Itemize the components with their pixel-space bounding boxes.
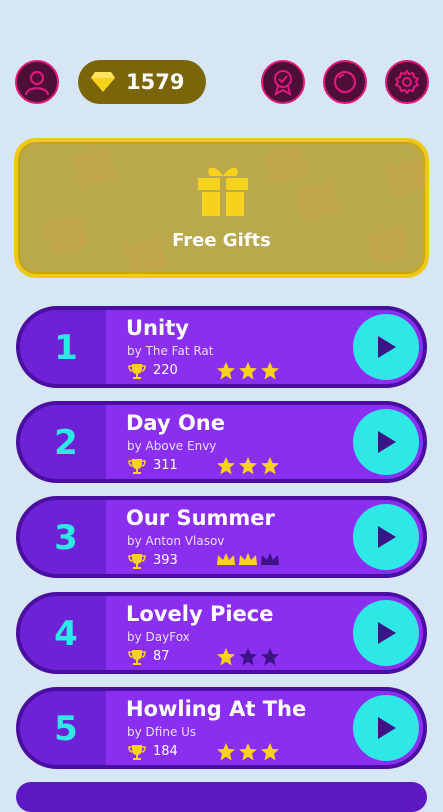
settings-button[interactable] bbox=[385, 60, 429, 104]
song-number: 5 bbox=[54, 709, 78, 749]
gift-pattern bbox=[264, 146, 308, 184]
song-card[interactable]: 3 Our Summer by Anton Vlasov 393 bbox=[16, 496, 427, 578]
song-artist: by DayFox bbox=[127, 630, 190, 644]
star-icon bbox=[239, 362, 257, 380]
trophy-icon bbox=[128, 459, 146, 474]
rating bbox=[216, 742, 280, 762]
song-title: Lovely Piece bbox=[126, 602, 274, 626]
song-artist: by Dfine Us bbox=[127, 725, 197, 739]
play-button[interactable] bbox=[353, 504, 419, 570]
song-card[interactable]: 4 Lovely Piece by DayFox 87 bbox=[16, 592, 427, 674]
star-icon bbox=[261, 743, 279, 761]
rating bbox=[216, 647, 280, 667]
play-button[interactable] bbox=[353, 600, 419, 666]
song-number: 1 bbox=[54, 328, 78, 368]
gift-pattern bbox=[386, 158, 425, 196]
play-button[interactable] bbox=[353, 409, 419, 475]
song-score: 220 bbox=[153, 363, 178, 378]
user-icon bbox=[24, 70, 50, 96]
song-title: Howling At The bbox=[126, 697, 307, 721]
play-button[interactable] bbox=[353, 314, 419, 380]
song-card[interactable]: 2 Day One by Above Envy 311 bbox=[16, 401, 427, 483]
song-number: 4 bbox=[54, 614, 78, 654]
star-icon bbox=[261, 648, 279, 666]
song-card-partial[interactable] bbox=[16, 782, 427, 812]
song-title: Unity bbox=[126, 316, 189, 340]
play-icon bbox=[378, 717, 396, 739]
gift-icon bbox=[198, 167, 248, 216]
rating bbox=[216, 456, 280, 476]
song-title: Day One bbox=[126, 411, 226, 435]
gift-pattern bbox=[296, 182, 340, 220]
diamond-icon bbox=[91, 72, 115, 92]
ball-icon bbox=[333, 70, 357, 94]
song-title: Our Summer bbox=[126, 506, 275, 530]
song-score: 87 bbox=[153, 649, 170, 664]
star-icon bbox=[239, 743, 257, 761]
top-bar: 1579 bbox=[0, 0, 443, 120]
song-artist: by Anton Vlasov bbox=[127, 534, 225, 548]
rating bbox=[216, 551, 280, 567]
star-icon bbox=[217, 362, 235, 380]
crown-icon bbox=[239, 553, 257, 565]
star-icon bbox=[239, 648, 257, 666]
song-score: 311 bbox=[153, 458, 178, 473]
star-icon bbox=[261, 362, 279, 380]
star-icon bbox=[261, 457, 279, 475]
play-icon bbox=[378, 336, 396, 358]
rating bbox=[216, 361, 280, 381]
song-card[interactable]: 5 Howling At The by Dfine Us 184 bbox=[16, 687, 427, 769]
play-icon bbox=[378, 526, 396, 548]
ball-button[interactable] bbox=[323, 60, 367, 104]
achievements-button[interactable] bbox=[261, 60, 305, 104]
song-score: 393 bbox=[153, 553, 178, 568]
song-artist: by Above Envy bbox=[127, 439, 217, 453]
gift-pattern bbox=[72, 148, 116, 186]
crown-icon bbox=[217, 553, 235, 565]
song-artist: by The Fat Rat bbox=[127, 344, 214, 358]
song-number: 3 bbox=[54, 518, 78, 558]
free-gifts-label: Free Gifts bbox=[172, 230, 271, 251]
star-icon bbox=[217, 648, 235, 666]
trophy-icon bbox=[128, 650, 146, 665]
star-icon bbox=[217, 457, 235, 475]
song-number: 2 bbox=[54, 423, 78, 463]
gem-count: 1579 bbox=[126, 70, 185, 94]
gem-counter[interactable]: 1579 bbox=[78, 60, 206, 104]
star-icon bbox=[217, 743, 235, 761]
trophy-icon bbox=[128, 364, 146, 379]
song-card[interactable]: 1 Unity by The Fat Rat 220 bbox=[16, 306, 427, 388]
song-score: 184 bbox=[153, 744, 178, 759]
crown-icon bbox=[261, 553, 279, 565]
profile-button[interactable] bbox=[15, 60, 59, 104]
trophy-icon bbox=[128, 554, 146, 569]
play-button[interactable] bbox=[353, 695, 419, 761]
play-icon bbox=[378, 622, 396, 644]
star-icon bbox=[239, 457, 257, 475]
free-gifts-button[interactable]: Free Gifts bbox=[14, 138, 429, 278]
gear-icon bbox=[395, 70, 419, 94]
badge-icon bbox=[274, 70, 292, 96]
play-icon bbox=[378, 431, 396, 453]
trophy-icon bbox=[128, 745, 146, 760]
